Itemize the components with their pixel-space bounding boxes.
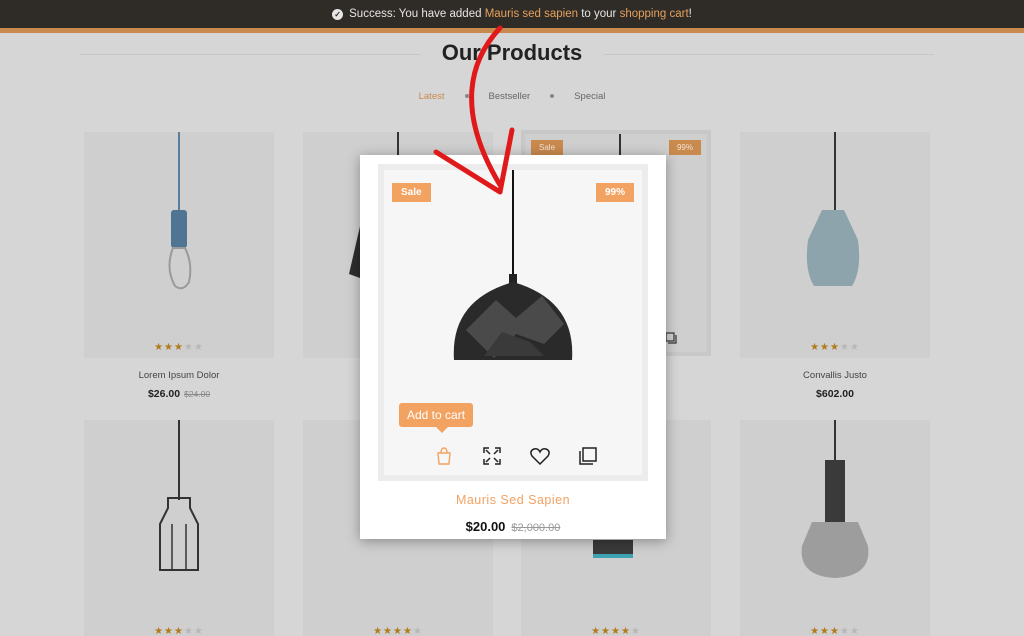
product-image [801,460,869,578]
product-card[interactable] [84,132,274,358]
product-price: $20.00 $2,000.00 [360,519,666,534]
alert-suffix: ! [688,8,692,20]
check-circle-icon: ✓ [332,8,344,20]
product-name-link[interactable]: Mauris Sed Sapien [360,493,666,507]
alert-cart-link[interactable]: shopping cart [620,8,689,20]
sale-badge: Sale [531,140,564,155]
product-image [806,210,860,286]
product-price: $26.00 $24.00 [84,388,274,400]
product-tabs: Latest Bestseller Special [0,91,1024,102]
product-image [168,210,192,290]
shopping-bag-icon[interactable] [433,445,455,467]
price-current: $26.00 [147,388,181,400]
product-card[interactable] [740,420,930,636]
sale-badge: Sale [392,183,431,202]
product-rating: ★★★★★ [373,626,423,636]
price-old: $24.00 [184,389,211,399]
lamp-cord [178,132,180,212]
product-card[interactable] [740,132,930,358]
tab-latest[interactable]: Latest [419,91,445,102]
compare-icon[interactable] [665,332,677,344]
discount-badge: 99% [595,183,634,202]
discount-badge: 99% [668,140,701,155]
lamp-cord [834,420,836,460]
section-title: Our Products [441,40,583,65]
add-to-cart-tooltip: Add to cart [399,403,474,433]
product-name[interactable]: Lorem Ipsum Dolor [84,370,274,381]
success-alert: ✓ Success: You have added Mauris sed sap… [0,0,1024,28]
alert-prefix: Success: You have added [349,8,485,20]
product-name[interactable]: Convallis Justo [740,370,930,381]
alert-product-link[interactable]: Mauris sed sapien [485,8,578,20]
product-rating: ★★★★★ [591,626,641,636]
tab-bestseller[interactable]: Bestseller [489,91,531,102]
compare-icon[interactable] [577,445,599,467]
tab-separator [464,94,469,98]
product-rating: ★★★★★ [154,342,204,353]
alert-middle: to your [578,8,620,20]
pendant-lamp-image [453,170,573,360]
product-quickview-card[interactable]: Sale 99% Add to cart Mauris Sed Sapien $… [360,155,666,539]
product-price: $602.00 [816,388,854,400]
product-card[interactable] [84,420,274,636]
tab-separator [550,94,555,98]
tab-special[interactable]: Special [574,91,605,102]
expand-icon[interactable] [481,445,503,467]
product-rating: ★★★★★ [154,626,204,636]
product-rating: ★★★★★ [810,626,860,636]
heart-icon[interactable] [529,445,551,467]
product-rating: ★★★★★ [810,342,860,353]
header-accent-strip [0,28,1024,33]
product-image [159,497,199,571]
price-old: $2,000.00 [511,522,561,534]
lamp-cord [178,420,180,500]
lamp-cord [834,132,836,212]
price-current: $20.00 [465,519,506,534]
product-image [593,540,633,558]
product-image-frame: Sale 99% Add to cart [378,164,648,481]
